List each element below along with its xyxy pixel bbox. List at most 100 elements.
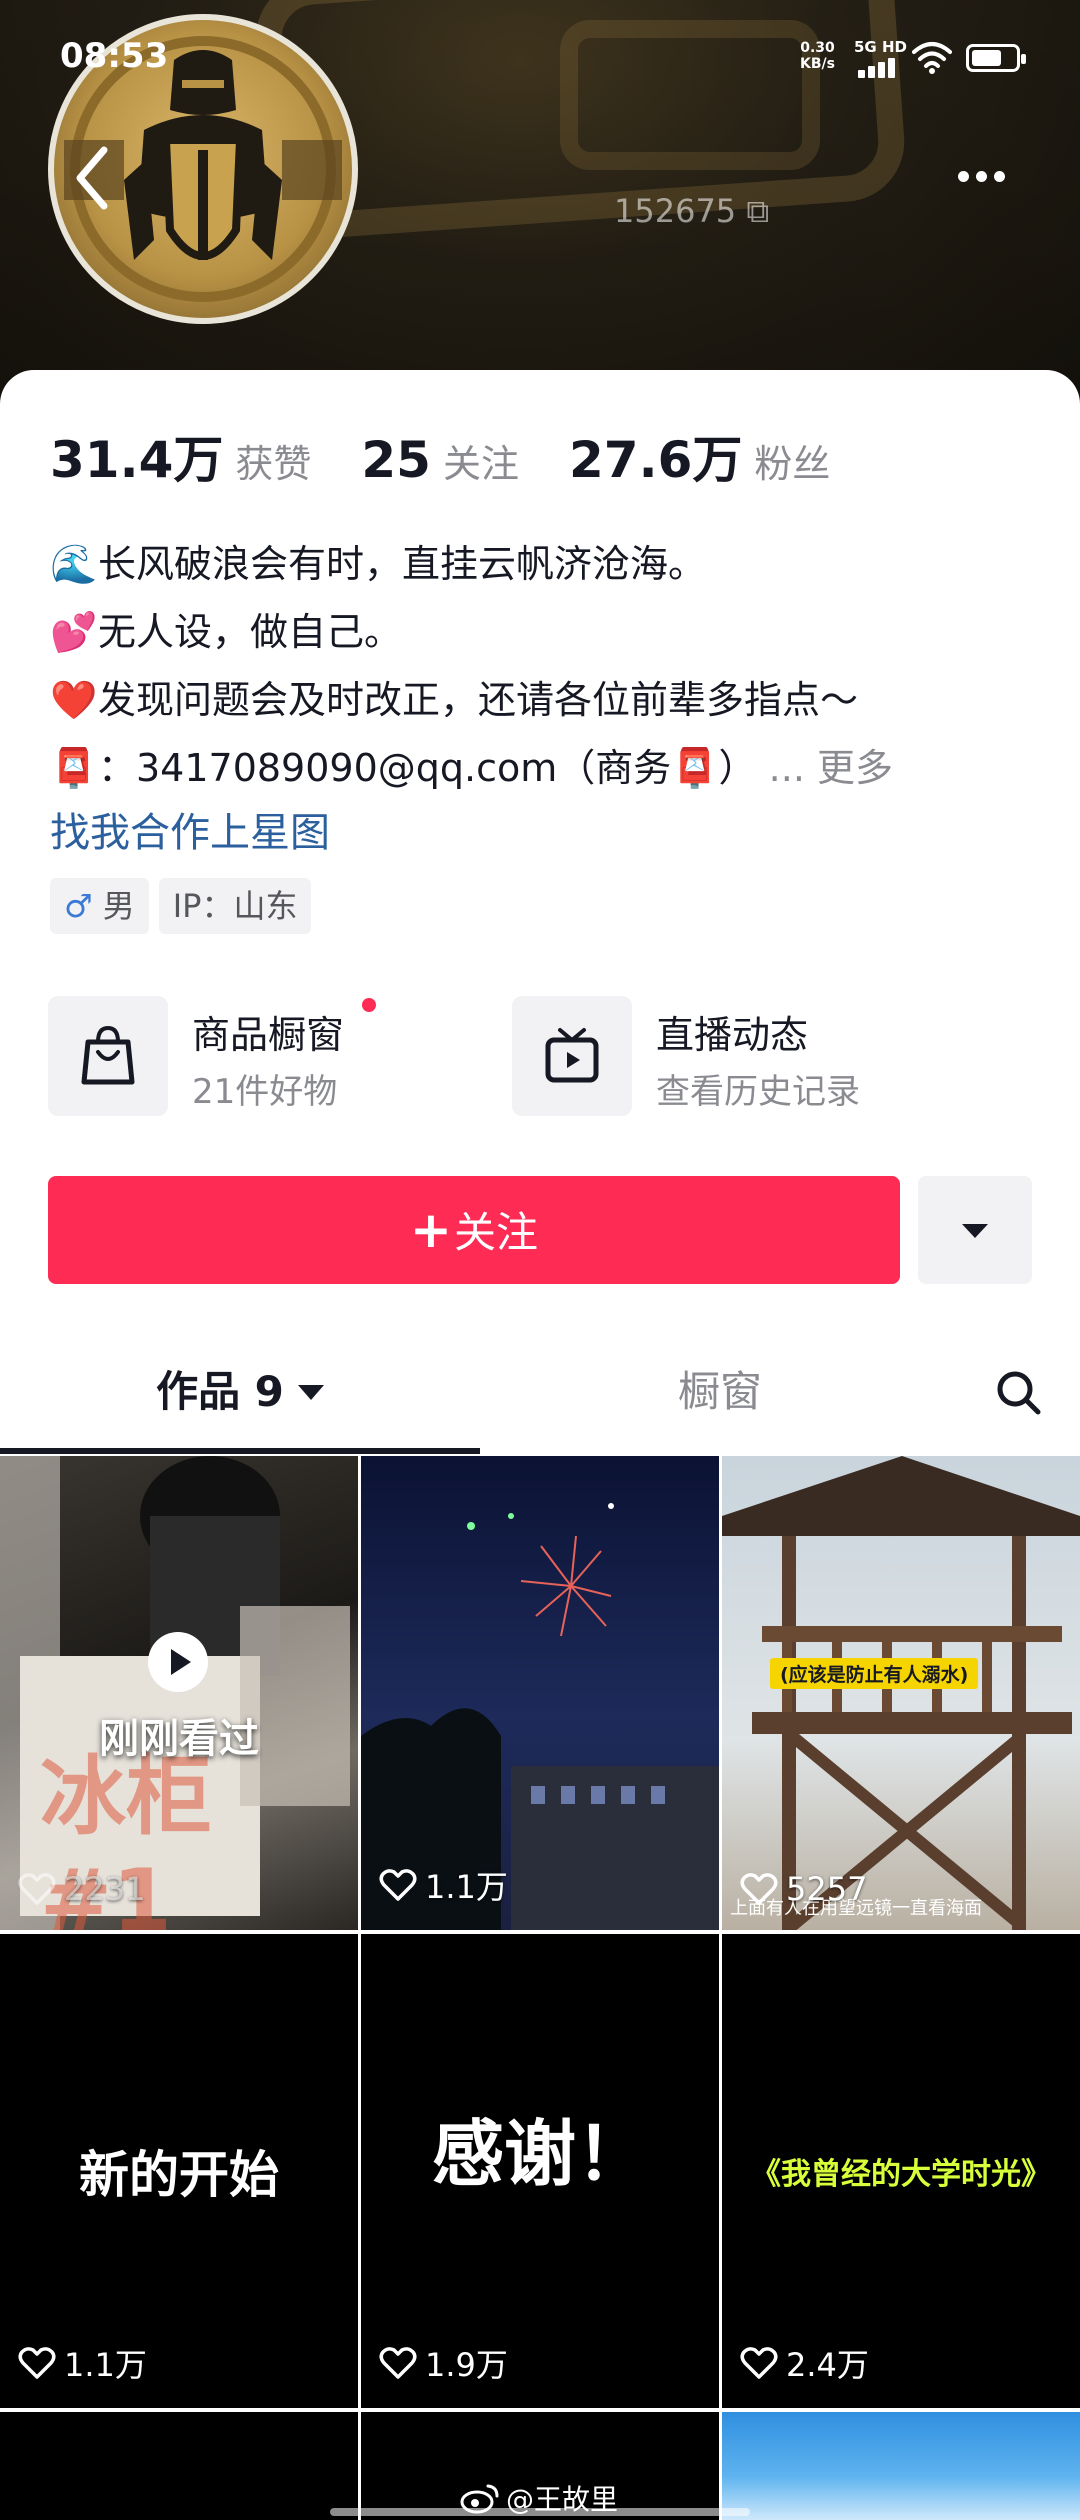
video-caption: (应该是防止有人溺水): [770, 1658, 979, 1689]
network-type: 5G HD: [854, 38, 907, 56]
like-count-text: 1.1万: [425, 1868, 508, 1906]
active-tab-indicator: [0, 1448, 480, 1454]
like-count-text: 5257: [786, 1870, 868, 1908]
video-tile[interactable]: [722, 2412, 1080, 2520]
bio-line: ❤️发现问题会及时改正，还请各位前辈多指点～: [50, 666, 1040, 734]
heart-icon: [18, 2347, 56, 2379]
like-count: 1.9万: [379, 2340, 508, 2386]
profile-stats: 31.4万 获赞 25 关注 27.6万 粉丝: [50, 420, 880, 490]
gender-tag: ♂ 男: [50, 878, 149, 934]
video-tile[interactable]: (应该是防止有人溺水) 上面有人在用望远镜一直看海面 5257: [722, 1456, 1080, 1930]
bio-text: 发现问题会及时改正，还请各位前辈多指点～: [98, 678, 859, 722]
heart-emoji: ❤️: [50, 678, 98, 722]
bio-ellipsis: ...: [768, 746, 805, 790]
profile-card: 31.4万 获赞 25 关注 27.6万 粉丝 🌊长风破浪会有时，直挂云帆济沧海…: [0, 370, 1080, 1450]
more-dot-icon: [976, 171, 987, 182]
video-thumbnail: [722, 1456, 1080, 1930]
like-count: 1.1万: [18, 2340, 147, 2386]
more-dot-icon: [958, 171, 969, 182]
status-bar: 08:53 0.30 KB/s 5G HD: [0, 0, 1080, 110]
status-time: 08:53: [60, 36, 169, 76]
video-tile[interactable]: 新的开始 1.1万: [0, 1934, 358, 2408]
mailbox-emoji: 📮: [50, 746, 98, 790]
likes-label: 获赞: [235, 442, 312, 486]
wave-emoji: 🌊: [50, 542, 98, 586]
back-icon[interactable]: [64, 138, 124, 218]
copy-icon[interactable]: ⧉: [746, 192, 769, 230]
like-count: 5257: [740, 1870, 867, 1908]
star-map-collab-link[interactable]: 找我合作上星图: [50, 800, 330, 858]
play-icon: [148, 1632, 208, 1692]
like-count-text: 1.1万: [64, 2346, 147, 2384]
heart-icon: [740, 1873, 778, 1905]
follow-label: 关注: [453, 1208, 538, 1257]
tab-window[interactable]: 橱窗: [560, 1330, 880, 1454]
more-dot-icon: [994, 171, 1005, 182]
tab-works-label: 作品 9: [156, 1367, 284, 1416]
video-tile[interactable]: 1.1万: [361, 1456, 719, 1930]
heart-icon: [379, 2347, 417, 2379]
male-icon: ♂: [64, 887, 93, 925]
heart-icon: [18, 1873, 56, 1905]
video-title: 新的开始: [79, 2146, 279, 2204]
bio-text: 无人设，做自己。: [98, 610, 403, 654]
video-title: 感谢！: [431, 2111, 648, 2196]
product-window-entry[interactable]: 商品橱窗 21件好物: [48, 996, 468, 1116]
followers-label[interactable]: 粉丝: [754, 433, 830, 488]
video-tile[interactable]: 《我曾经的大学时光》 2.4万: [722, 1934, 1080, 2408]
video-grid: 冰柜 #1 刚刚看过 2231 1.1万 (应该是防止有人溺水) 上面有人在用望…: [0, 1456, 1080, 2520]
more-options-button[interactable]: [940, 140, 1020, 210]
like-count: 1.1万: [379, 1862, 508, 1908]
caret-down-icon: [962, 1224, 988, 1238]
search-icon[interactable]: [992, 1366, 1046, 1420]
following-label[interactable]: 关注: [443, 433, 519, 488]
like-count-text: 1.9万: [425, 2346, 508, 2384]
ip-location-tag: IP：山东: [158, 878, 312, 934]
bio-line: 📮：3417089090@qq.com（商务📮） ... 更多: [50, 734, 1040, 802]
live-history-entry[interactable]: 直播动态 查看历史记录: [512, 996, 932, 1116]
likes-count: 31.4万: [50, 431, 224, 489]
network-speed: 0.30 KB/s: [800, 40, 835, 72]
notification-dot: [362, 998, 376, 1012]
video-title: 《我曾经的大学时光》: [751, 2157, 1051, 2192]
battery-icon: [966, 44, 1026, 72]
gender-text: 男: [102, 887, 135, 925]
bio: 🌊长风破浪会有时，直挂云帆济沧海。 💕无人设，做自己。 ❤️发现问题会及时改正，…: [50, 530, 1040, 802]
bio-text: 长风破浪会有时，直挂云帆济沧海。: [98, 542, 707, 586]
network-speed-value: 0.30: [800, 40, 835, 56]
video-thumbnail: [361, 1503, 719, 1930]
product-window-count: 21件好物: [192, 1072, 338, 1112]
video-tile[interactable]: 冰柜 #1 刚刚看过 2231: [0, 1456, 358, 1930]
product-window-title: 商品橱窗: [192, 1013, 345, 1057]
like-count-text: 2231: [64, 1870, 146, 1908]
just-watched-label: 刚刚看过: [99, 1716, 259, 1762]
caret-down-icon: [297, 1385, 324, 1400]
live-history-title: 直播动态: [656, 1013, 809, 1057]
bio-more-link[interactable]: 更多: [817, 746, 893, 790]
like-count-text: 2.4万: [786, 2346, 869, 2384]
profile-tags: ♂ 男 IP：山东: [50, 878, 321, 934]
like-count: 2.4万: [740, 2340, 869, 2386]
plus-icon: +: [410, 1201, 452, 1259]
video-tile[interactable]: 感谢！ 1.9万: [361, 1934, 719, 2408]
like-count: 2231: [18, 1870, 145, 1908]
followers-count[interactable]: 27.6万: [569, 420, 742, 492]
uid-fragment: 152675 ⧉: [614, 192, 769, 231]
live-tv-icon: [512, 996, 632, 1116]
following-count[interactable]: 25: [361, 431, 431, 489]
follow-button[interactable]: +关注: [48, 1176, 900, 1284]
live-history-sub: 查看历史记录: [656, 1072, 860, 1112]
bio-line: 🌊长风破浪会有时，直挂云帆济沧海。: [50, 530, 1040, 598]
content-tabs: 作品 9 橱窗: [0, 1330, 1080, 1454]
recommend-dropdown-button[interactable]: [918, 1176, 1032, 1284]
home-indicator[interactable]: [330, 2508, 750, 2516]
bio-text: ：3417089090@qq.com（商务📮）: [98, 746, 757, 790]
heart-icon: [379, 1869, 417, 1901]
bio-line: 💕无人设，做自己。: [50, 598, 1040, 666]
signal-icon: [858, 56, 900, 78]
video-tile[interactable]: [0, 2412, 358, 2520]
hearts-emoji: 💕: [50, 610, 98, 654]
wifi-icon: [912, 42, 952, 74]
tab-works[interactable]: 作品 9: [0, 1330, 480, 1454]
shopping-bag-icon: [48, 996, 168, 1116]
